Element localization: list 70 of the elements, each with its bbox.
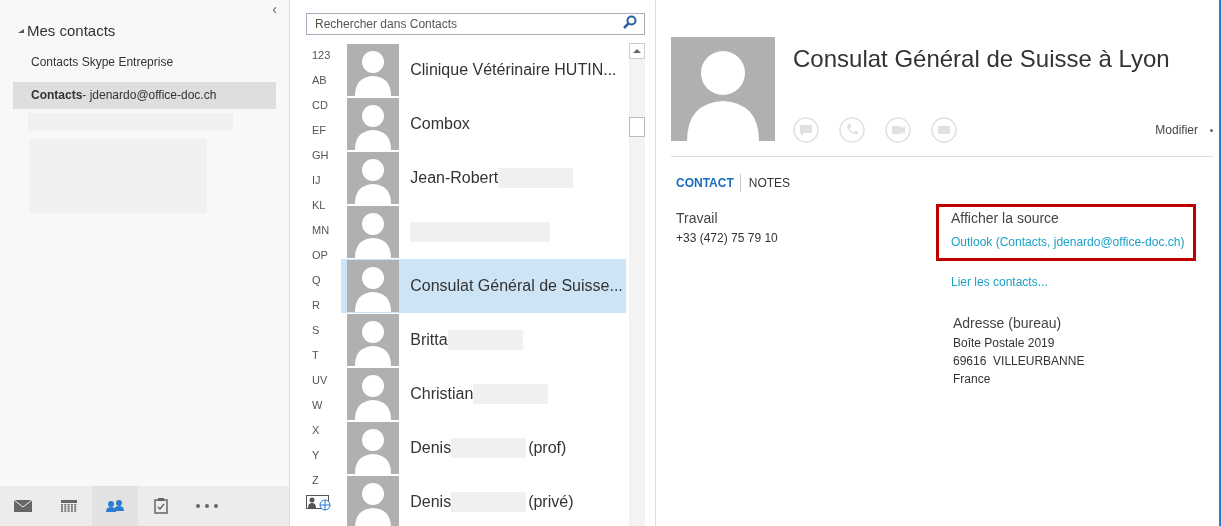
contact-name-suffix: (privé) (528, 492, 574, 512)
contact-name: Combox (410, 114, 470, 134)
mail-icon[interactable] (14, 500, 32, 512)
avatar-placeholder-icon (347, 206, 400, 258)
avatar-placeholder-icon (347, 152, 400, 204)
contact-row[interactable]: Christian (341, 367, 626, 421)
index-letter[interactable]: EF (306, 118, 327, 143)
section-title: Mes contacts (27, 21, 116, 41)
phone-number: +33 (472) 75 79 10 (676, 230, 779, 247)
folder-item[interactable]: Contacts- jdenardo@office-doc.ch (13, 81, 276, 109)
people-icon[interactable] (106, 500, 124, 512)
search-field[interactable]: Rechercher dans Contacts (306, 13, 645, 35)
avatar-placeholder-icon (347, 368, 400, 420)
avatar-placeholder-icon (347, 314, 400, 366)
contact-row[interactable]: Consulat Général de Suisse... (341, 259, 626, 313)
detail-tab[interactable]: NOTES (748, 174, 791, 192)
index-letter[interactable]: GH (306, 143, 329, 168)
contact-row[interactable]: Britta (341, 313, 626, 367)
address-line: 69616 VILLEURBANNE (953, 353, 1086, 370)
index-letter[interactable]: Z (306, 468, 319, 493)
contact-name: Denis (410, 492, 452, 512)
index-letter[interactable]: IJ (306, 168, 321, 193)
avatar-placeholder-icon (347, 44, 400, 96)
contact-name-suffix: (prof) (528, 438, 567, 458)
avatar-placeholder-icon (671, 37, 775, 141)
avatar-placeholder-icon (347, 260, 400, 312)
scrollbar[interactable] (629, 43, 645, 526)
avatar-placeholder-icon (347, 98, 400, 150)
field-label: Travail (676, 209, 719, 228)
index-letter[interactable]: X (306, 418, 320, 443)
contact-name: Christian (410, 384, 474, 404)
field-label: Adresse (bureau) (953, 314, 1063, 333)
contact-name: Denis (410, 438, 452, 458)
folder-item[interactable]: Contacts Skype Entreprise (13, 48, 276, 76)
contact-name: Consulat Général de Suisse... (410, 276, 623, 296)
more-icon[interactable] (196, 504, 218, 508)
index-letter[interactable]: MN (306, 218, 330, 243)
index-letter[interactable]: T (306, 343, 319, 368)
field-label: Afficher la source (951, 209, 1060, 228)
contact-row[interactable]: Combox (341, 97, 626, 151)
index-letter[interactable]: AB (306, 68, 327, 93)
contact-row[interactable]: Clinique Vétérinaire HUTIN... (341, 43, 626, 97)
index-letter[interactable]: R (306, 293, 320, 318)
contact-row[interactable]: Denis (privé) (341, 475, 626, 526)
contact-card-globe-icon[interactable] (306, 495, 332, 511)
index-letter[interactable]: 123 (306, 43, 331, 68)
expand-toggle-icon[interactable] (18, 29, 24, 34)
address-line: Boîte Postale 2019 (953, 335, 1056, 352)
edit-link[interactable]: Modifier (1155, 121, 1198, 139)
contact-row[interactable]: Jean-Robert (341, 151, 626, 205)
calendar-icon[interactable] (61, 500, 77, 512)
index-letter[interactable]: S (306, 318, 320, 343)
index-letter[interactable]: CD (306, 93, 328, 118)
address-line: France (953, 371, 992, 388)
contact-name: Clinique Vétérinaire HUTIN... (410, 60, 617, 80)
search-icon[interactable] (623, 15, 637, 29)
contact-title: Consulat Général de Suisse à Lyon (793, 44, 1171, 74)
contact-row[interactable]: Denis (prof) (341, 421, 626, 475)
index-letter[interactable]: UV (306, 368, 328, 393)
index-letter[interactable]: Y (306, 443, 320, 468)
index-letter[interactable]: Q (306, 268, 321, 293)
detail-tab[interactable]: CONTACT (676, 174, 741, 192)
collapse-button[interactable]: ‹ (272, 2, 277, 16)
contact-name: Jean-Robert (410, 168, 499, 188)
clipboard-check-icon[interactable] (154, 498, 168, 514)
avatar-placeholder-icon (347, 422, 400, 474)
index-letter[interactable]: OP (306, 243, 328, 268)
index-letter[interactable]: KL (306, 193, 326, 218)
index-letter[interactable]: W (306, 393, 323, 418)
contact-name: Britta (410, 330, 448, 350)
